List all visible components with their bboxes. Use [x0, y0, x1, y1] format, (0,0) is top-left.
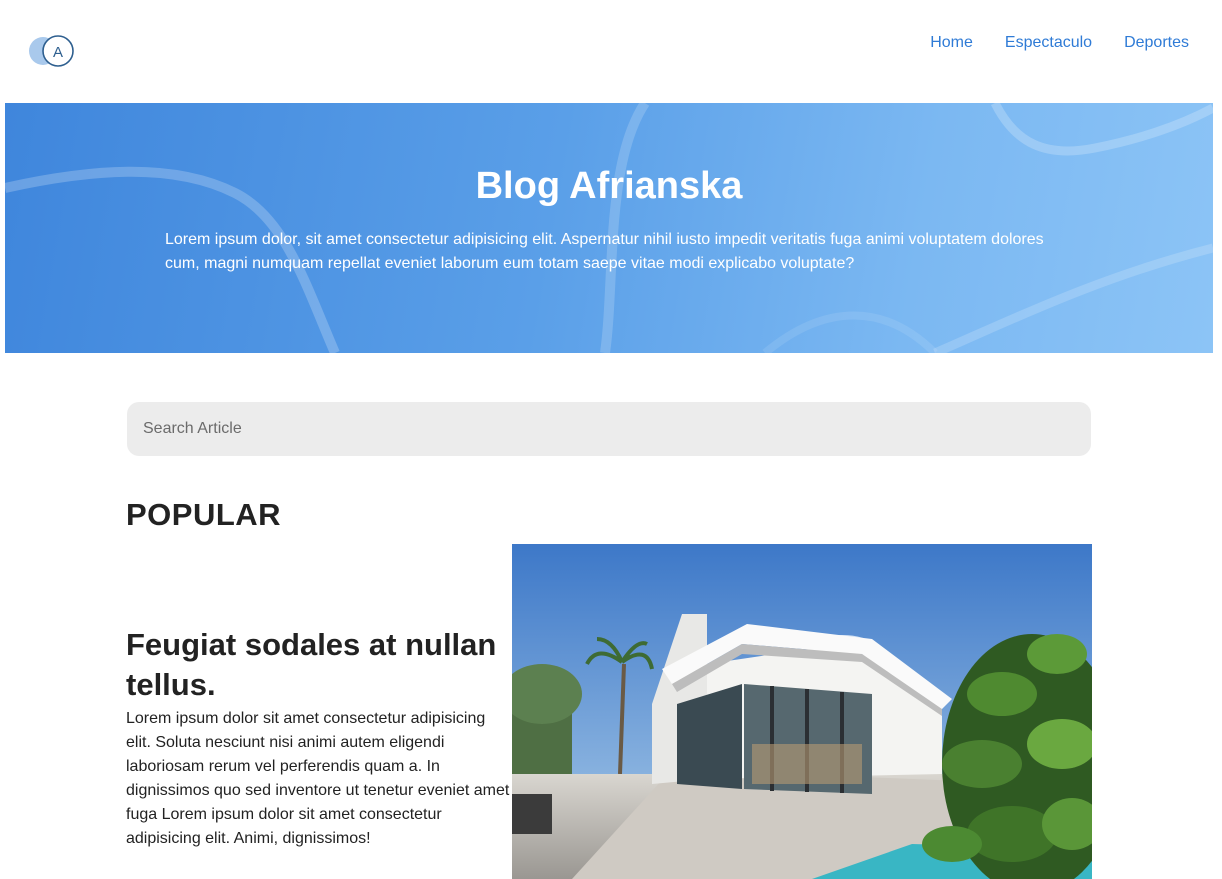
nav-link-home[interactable]: Home — [930, 34, 973, 52]
logo-letter: A — [53, 44, 63, 61]
article-excerpt: Lorem ipsum dolor sit amet consectetur a… — [126, 710, 510, 847]
hero-banner: Blog Afrianska Lorem ipsum dolor, sit am… — [5, 103, 1213, 353]
popular-article: Feugiat sodales at nullan tellus. Lorem … — [126, 625, 514, 851]
modern-house-photo — [512, 544, 1092, 879]
article-title[interactable]: Feugiat sodales at nullan tellus. — [126, 625, 514, 705]
main-nav: Home Espectaculo Deportes — [930, 34, 1189, 52]
logo[interactable]: A — [29, 33, 77, 69]
search-input[interactable] — [127, 402, 1091, 456]
nav-link-espectaculo[interactable]: Espectaculo — [1005, 34, 1092, 52]
hero-description: Lorem ipsum dolor, sit amet consectetur … — [165, 231, 1044, 272]
hero-title: Blog Afrianska — [475, 165, 743, 207]
article-image[interactable] — [512, 544, 1092, 879]
nav-link-deportes[interactable]: Deportes — [1124, 34, 1189, 52]
popular-heading: POPULAR — [126, 497, 282, 532]
navbar: A Home Espectaculo Deportes — [0, 0, 1222, 103]
logo-icon: A — [29, 35, 74, 67]
